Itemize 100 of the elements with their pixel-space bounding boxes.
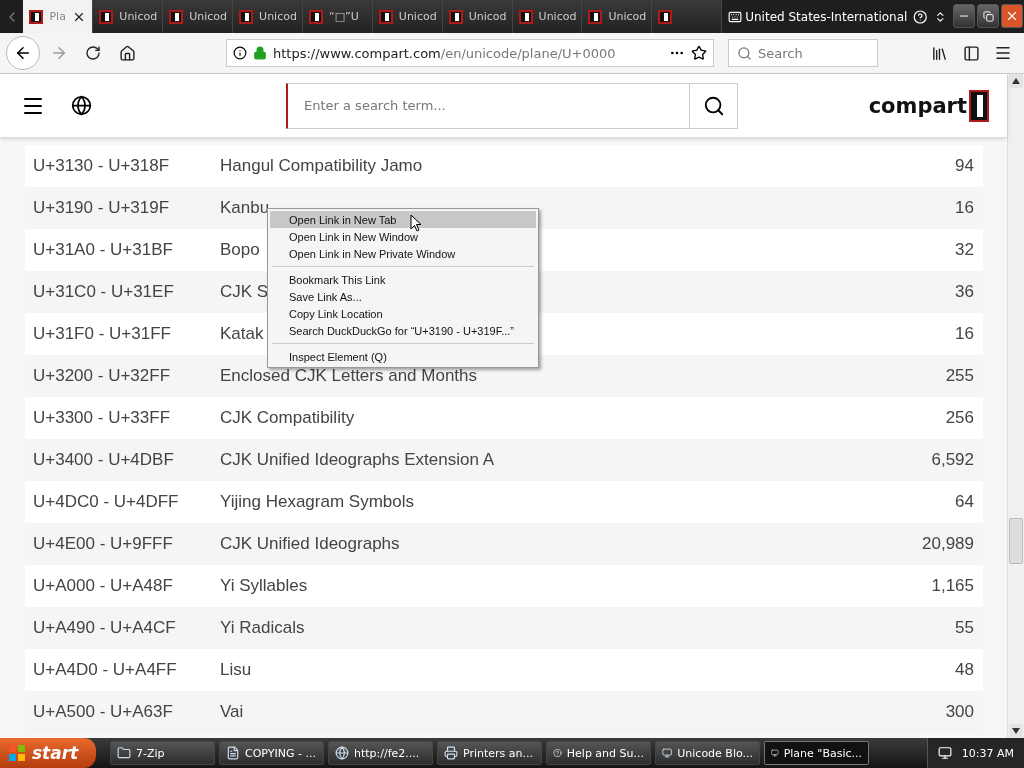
menu-item[interactable]: Inspect Element (Q) — [270, 348, 536, 365]
keyboard-layout[interactable]: United States-International — [745, 9, 908, 24]
compart-favicon-icon — [308, 9, 323, 24]
scroll-down-icon[interactable] — [1012, 728, 1020, 734]
range-cell-text: U+A4D0 - U+A4FF — [33, 660, 178, 680]
restore-icon[interactable] — [982, 10, 994, 22]
range-cell-text: U+3300 - U+33FF — [33, 408, 171, 428]
block-name-link[interactable]: Enclosed CJK Letters and Months — [220, 366, 478, 385]
menu-icon[interactable] — [994, 44, 1012, 62]
menu-item[interactable]: Search DuckDuckGo for “U+3190 - U+319F...” — [270, 322, 536, 339]
compart-favicon-icon — [169, 9, 184, 24]
info-icon[interactable] — [233, 46, 247, 60]
taskbar-button[interactable]: Unicode Blo... — [655, 741, 760, 765]
browser-tab[interactable]: Unicod — [582, 0, 653, 33]
browser-tab[interactable]: Unicod — [163, 0, 234, 33]
count-cell: 16 — [955, 324, 974, 344]
browser-tab[interactable]: Unicod — [93, 0, 164, 33]
count-cell: 20,989 — [922, 534, 974, 554]
taskbar-button[interactable]: Printers an... — [437, 741, 542, 765]
address-bar[interactable]: https://www.compart.com/en/unicode/plane/U+0000 — [226, 39, 714, 67]
menu-item[interactable]: Open Link in New Private Window — [270, 245, 536, 262]
block-name-link[interactable]: Kanbu — [220, 198, 270, 217]
range-cell-text: U+4E00 - U+9FFF — [33, 534, 174, 554]
start-button[interactable]: start — [0, 738, 96, 768]
menu-item[interactable]: Open Link in New Window — [270, 228, 536, 245]
count-cell: 94 — [955, 156, 974, 176]
scroll-up-icon[interactable] — [1012, 78, 1020, 84]
range-cell-text: U+3400 - U+4DBF — [33, 450, 175, 470]
network-icon[interactable] — [937, 746, 952, 760]
library-icon[interactable] — [930, 44, 948, 62]
compart-favicon-icon — [29, 9, 44, 24]
block-name-link[interactable]: Lisu — [220, 660, 252, 679]
keyboard-icon[interactable] — [728, 9, 743, 24]
home-icon[interactable] — [118, 44, 136, 62]
app-icon — [226, 746, 240, 760]
close-button[interactable] — [1001, 4, 1024, 28]
cursor-icon — [410, 214, 422, 232]
block-name-link[interactable]: Yi Radicals — [220, 618, 305, 637]
search-button[interactable] — [690, 82, 738, 129]
browser-tab[interactable] — [652, 0, 723, 33]
block-name-link[interactable]: Bopo — [220, 240, 260, 259]
help-icon[interactable] — [913, 8, 928, 25]
menu-item[interactable]: Open Link in New Tab — [270, 211, 536, 228]
clock: 10:37 AM — [961, 746, 1014, 760]
minimize-button[interactable] — [953, 4, 976, 28]
globe-icon[interactable] — [70, 95, 92, 116]
block-name-link[interactable]: Vai — [220, 702, 244, 721]
block-name-link[interactable]: Yi Syllables — [220, 576, 308, 595]
range-cell-text: U+3200 - U+32FF — [33, 366, 171, 386]
taskbar-button[interactable]: Help and Su... — [546, 741, 651, 765]
app-icon — [662, 746, 673, 760]
block-name-link[interactable]: CJK Compatibility — [220, 408, 355, 427]
forward-arrow-icon[interactable] — [50, 44, 68, 62]
browser-tab[interactable]: Unicod — [372, 0, 443, 33]
menu-item[interactable]: Save Link As... — [270, 288, 536, 305]
back-button[interactable] — [6, 36, 40, 70]
sidebar-icon[interactable] — [962, 44, 980, 62]
search-icon — [737, 45, 752, 61]
compart-favicon-icon — [588, 9, 603, 24]
menu-item[interactable]: Bookmark This Link — [270, 271, 536, 288]
range-cell-text: U+31A0 - U+31BF — [33, 240, 174, 260]
logo-icon — [969, 89, 989, 122]
app-icon — [117, 746, 131, 760]
bookmark-star-icon[interactable] — [691, 45, 707, 61]
browser-tab[interactable]: Unicod — [233, 0, 303, 33]
count-cell: 55 — [955, 618, 974, 638]
browser-tab[interactable]: “□”U — [302, 0, 373, 33]
block-name-link[interactable]: Katak — [220, 324, 264, 343]
browser-tab[interactable]: Unicod — [512, 0, 583, 33]
block-name-link[interactable]: CJK Unified Ideographs Extension A — [220, 450, 495, 469]
range-cell-text: U+3190 - U+319F — [33, 198, 171, 218]
reload-icon[interactable] — [85, 45, 101, 61]
count-cell: 32 — [955, 240, 974, 260]
restore-button[interactable] — [977, 4, 1000, 28]
taskbar-button[interactable]: 7-Zip — [110, 741, 215, 765]
search-icon[interactable] — [702, 94, 725, 117]
block-name-link[interactable]: Hangul Compatibility Jamo — [220, 156, 423, 175]
range-cell-text: U+4DC0 - U+4DFF — [33, 492, 180, 512]
search-field[interactable]: Search — [728, 39, 878, 67]
taskbar-button[interactable]: Plane "Basic... — [764, 741, 869, 765]
range-cell-text: U+31F0 - U+31FF — [33, 324, 172, 344]
block-name-link[interactable]: Yijing Hexagram Symbols — [220, 492, 414, 511]
block-name-link[interactable]: CJK Unified Ideographs — [220, 534, 400, 553]
count-cell: 256 — [945, 408, 974, 428]
compart-favicon-icon — [239, 9, 254, 24]
taskbar-button[interactable]: http://fe2.... — [328, 741, 433, 765]
block-name-link[interactable]: CJK S — [220, 282, 269, 301]
app-icon — [444, 746, 458, 760]
menu-item[interactable]: Copy Link Location — [270, 305, 536, 322]
windows-logo-icon — [8, 744, 26, 762]
scrollbar[interactable] — [1007, 74, 1024, 738]
app-icon — [771, 746, 779, 760]
browser-tab[interactable]: Unicod — [442, 0, 513, 33]
search-field[interactable]: Enter a search term... — [286, 82, 690, 129]
count-cell: 255 — [945, 366, 974, 386]
range-cell-text: U+3130 - U+318F — [33, 156, 171, 176]
lock-icon — [253, 46, 267, 60]
taskbar-button[interactable]: COPYING - ... — [219, 741, 324, 765]
compart-favicon-icon — [378, 9, 393, 24]
scroll-thumb[interactable] — [1009, 518, 1023, 564]
